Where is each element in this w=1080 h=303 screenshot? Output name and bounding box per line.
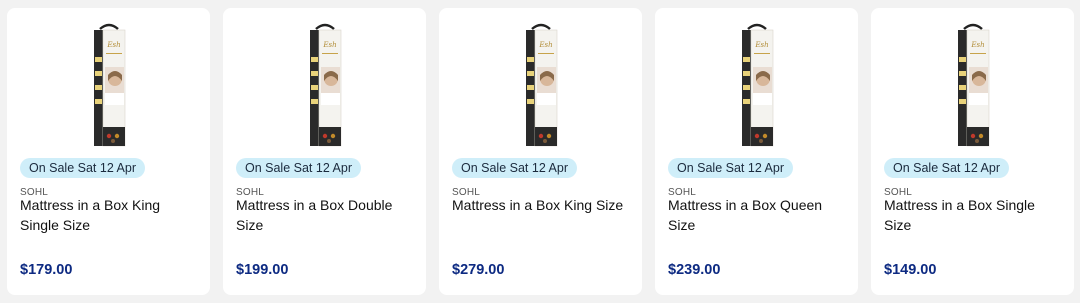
product-image[interactable]: Esh [871, 8, 1074, 158]
product-card[interactable]: Esh On Sale Sat 12 Apr SOHL Mattress in … [223, 8, 426, 295]
product-title[interactable]: Mattress in a Box Double Size [236, 195, 416, 235]
product-title[interactable]: Mattress in a Box King Size [452, 195, 632, 215]
product-image[interactable]: Esh [7, 8, 210, 158]
mattress-box-icon: Esh [309, 23, 341, 147]
sale-date-badge: On Sale Sat 12 Apr [668, 158, 794, 178]
product-price: $199.00 [236, 262, 289, 278]
product-title[interactable]: Mattress in a Box Queen Size [668, 195, 848, 235]
product-price: $239.00 [668, 262, 721, 278]
product-price: $279.00 [452, 262, 505, 278]
mattress-box-icon: Esh [525, 23, 557, 147]
product-price: $149.00 [884, 262, 937, 278]
mattress-box-icon: Esh [93, 23, 125, 147]
product-title[interactable]: Mattress in a Box King Single Size [20, 195, 200, 235]
product-price: $179.00 [20, 262, 73, 278]
svg-text:Esh: Esh [322, 41, 336, 49]
product-title[interactable]: Mattress in a Box Single Size [884, 195, 1064, 235]
product-grid: Esh On Sale Sat 12 Apr SOHL Mattress in … [7, 8, 1074, 295]
mattress-box-icon: Esh [741, 23, 773, 147]
product-card[interactable]: Esh On Sale Sat 12 Apr SOHL Mattress in … [871, 8, 1074, 295]
product-card[interactable]: Esh On Sale Sat 12 Apr SOHL Mattress in … [439, 8, 642, 295]
product-card[interactable]: Esh On Sale Sat 12 Apr SOHL Mattress in … [7, 8, 210, 295]
svg-text:Esh: Esh [970, 41, 984, 49]
product-image[interactable]: Esh [439, 8, 642, 158]
svg-text:Esh: Esh [538, 41, 552, 49]
sale-date-badge: On Sale Sat 12 Apr [20, 158, 146, 178]
svg-text:Esh: Esh [106, 41, 120, 49]
product-image[interactable]: Esh [223, 8, 426, 158]
sale-date-badge: On Sale Sat 12 Apr [884, 158, 1010, 178]
product-card[interactable]: Esh On Sale Sat 12 Apr SOHL Mattress in … [655, 8, 858, 295]
mattress-box-icon: Esh [957, 23, 989, 147]
sale-date-badge: On Sale Sat 12 Apr [452, 158, 578, 178]
sale-date-badge: On Sale Sat 12 Apr [236, 158, 362, 178]
svg-text:Esh: Esh [754, 41, 768, 49]
product-image[interactable]: Esh [655, 8, 858, 158]
